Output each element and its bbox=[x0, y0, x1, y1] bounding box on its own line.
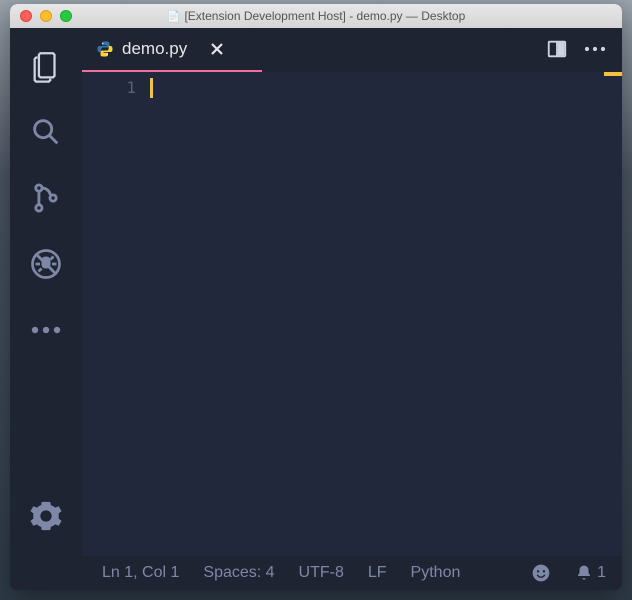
debug-icon[interactable] bbox=[26, 244, 66, 284]
notifications-button[interactable]: 1 bbox=[575, 564, 606, 582]
split-editor-icon[interactable] bbox=[546, 38, 568, 60]
zoom-window-button[interactable] bbox=[60, 10, 72, 22]
overview-ruler-mark bbox=[604, 72, 622, 76]
feedback-smile-icon[interactable] bbox=[531, 563, 551, 583]
settings-gear-icon[interactable] bbox=[26, 496, 66, 536]
window-controls bbox=[20, 10, 72, 22]
activity-bar bbox=[10, 28, 82, 556]
vscode-window: 📄 [Extension Development Host] - demo.py… bbox=[10, 4, 622, 590]
tab-demo-py[interactable]: demo.py bbox=[82, 28, 239, 70]
status-cursor-position[interactable]: Ln 1, Col 1 bbox=[102, 564, 179, 582]
line-number: 1 bbox=[82, 78, 136, 97]
window-title: 📄 [Extension Development Host] - demo.py… bbox=[10, 9, 622, 23]
status-bar: Ln 1, Col 1 Spaces: 4 UTF-8 LF Python 1 bbox=[10, 556, 622, 590]
status-eol[interactable]: LF bbox=[368, 564, 387, 582]
file-icon: 📄 bbox=[167, 10, 181, 23]
close-tab-icon[interactable] bbox=[209, 41, 225, 57]
window-title-text: [Extension Development Host] - demo.py —… bbox=[184, 9, 465, 23]
status-language[interactable]: Python bbox=[411, 564, 461, 582]
tab-label: demo.py bbox=[122, 39, 187, 59]
minimize-window-button[interactable] bbox=[40, 10, 52, 22]
bell-icon bbox=[575, 564, 593, 582]
status-encoding[interactable]: UTF-8 bbox=[299, 564, 344, 582]
additional-views-icon[interactable] bbox=[26, 310, 66, 350]
source-control-icon[interactable] bbox=[26, 178, 66, 218]
main-area: demo.py bbox=[10, 28, 622, 556]
line-gutter: 1 bbox=[82, 72, 150, 556]
tabs-row: demo.py bbox=[82, 28, 622, 70]
titlebar: 📄 [Extension Development Host] - demo.py… bbox=[10, 4, 622, 28]
notification-count: 1 bbox=[597, 564, 606, 582]
text-cursor bbox=[150, 78, 153, 98]
editor-area[interactable]: 1 bbox=[82, 72, 622, 556]
python-file-icon bbox=[96, 40, 114, 58]
code-area[interactable] bbox=[150, 72, 622, 556]
editor[interactable]: 1 bbox=[82, 70, 622, 556]
editor-group: demo.py bbox=[82, 28, 622, 556]
editor-actions bbox=[546, 38, 614, 60]
search-icon[interactable] bbox=[26, 112, 66, 152]
status-indentation[interactable]: Spaces: 4 bbox=[203, 564, 274, 582]
more-actions-icon[interactable] bbox=[584, 38, 606, 60]
explorer-icon[interactable] bbox=[26, 46, 66, 86]
close-window-button[interactable] bbox=[20, 10, 32, 22]
